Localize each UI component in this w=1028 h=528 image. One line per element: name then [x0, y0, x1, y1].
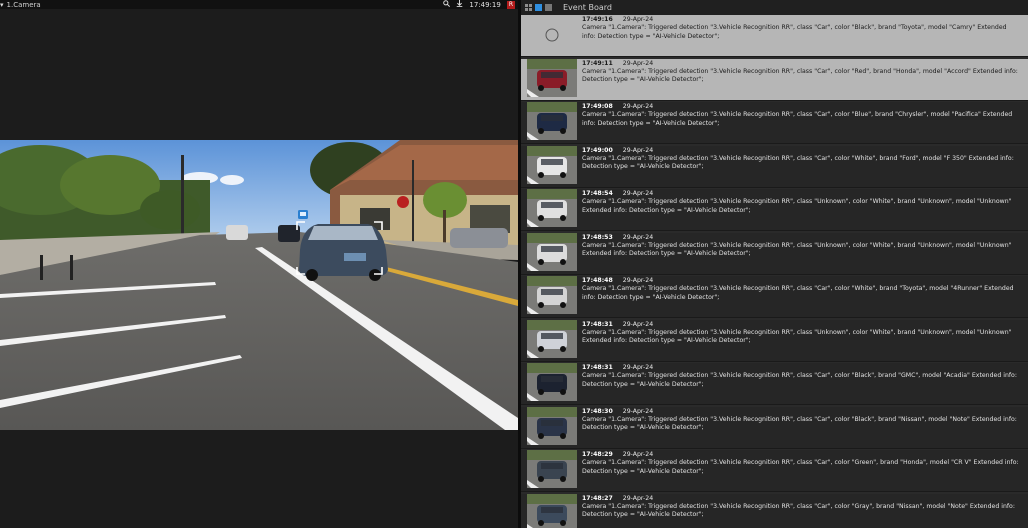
- event-time: 17:48:31: [582, 320, 613, 328]
- event-date: 29-Apr-24: [622, 16, 654, 23]
- event-item[interactable]: 17:48:27 29-Apr-24 Camera "1.Camera": Tri…: [521, 493, 1028, 528]
- event-thumbnail[interactable]: [527, 15, 577, 53]
- single-view-icon[interactable]: [545, 4, 552, 11]
- event-thumbnail[interactable]: [527, 276, 577, 314]
- event-item[interactable]: 17:48:29 29-Apr-24 Camera "1.Camera": Tri…: [521, 450, 1028, 492]
- event-item[interactable]: 17:48:30 29-Apr-24 Camera "1.Camera": Tri…: [521, 406, 1028, 449]
- event-item[interactable]: 17:48:31 29-Apr-24 Camera "1.Camera": Tri…: [521, 319, 1028, 362]
- event-thumbnail[interactable]: [527, 450, 577, 488]
- event-description: Camera "1.Camera": Triggered detection "…: [582, 111, 1013, 127]
- event-description: Camera "1.Camera": Triggered detection "…: [582, 372, 1017, 388]
- event-board-panel: Event Board 17:49:16 29-Apr-24 Camera "1.…: [521, 0, 1028, 528]
- event-description: Camera "1.Camera": Triggered detection "…: [582, 241, 1012, 258]
- download-icon[interactable]: [456, 0, 463, 9]
- event-time: 17:48:31: [582, 364, 613, 371]
- event-date: 29-Apr-24: [622, 146, 654, 154]
- event-thumbnail[interactable]: [527, 493, 577, 528]
- event-thumbnail[interactable]: [527, 58, 577, 97]
- search-icon[interactable]: [443, 0, 451, 9]
- camera-toolbar: 17:49:19 R: [443, 0, 518, 9]
- recording-badge[interactable]: R: [506, 0, 515, 9]
- event-time: 17:49:16: [582, 16, 613, 23]
- event-item[interactable]: 17:48:31 29-Apr-24 Camera "1.Camera": Tri…: [521, 363, 1028, 405]
- event-description: Camera "1.Camera": Triggered detection "…: [582, 154, 1014, 171]
- event-item[interactable]: 17:49:08 29-Apr-24 Camera "1.Camera": Tri…: [521, 102, 1028, 144]
- event-date: 29-Apr-24: [622, 277, 654, 284]
- event-date: 29-Apr-24: [622, 451, 654, 458]
- event-date: 29-Apr-24: [622, 59, 654, 67]
- event-thumbnail[interactable]: [527, 319, 577, 358]
- event-description: Camera "1.Camera": Triggered detection "…: [582, 459, 1019, 475]
- event-description: Camera "1.Camera": Triggered detection "…: [582, 285, 1014, 301]
- event-board-title: Event Board: [563, 3, 612, 12]
- event-time: 17:48:29: [582, 451, 613, 458]
- event-description: Camera "1.Camera": Triggered detection "…: [582, 502, 1015, 519]
- event-thumbnail[interactable]: [527, 102, 577, 140]
- event-item[interactable]: 17:49:11 29-Apr-24 Camera "1.Camera": Tri…: [521, 58, 1028, 101]
- loading-spinner-icon: [545, 28, 559, 42]
- event-thumbnail[interactable]: [527, 363, 577, 401]
- event-date: 29-Apr-24: [622, 364, 654, 371]
- event-list: 17:49:16 29-Apr-24 Camera "1.Camera": Tri…: [521, 15, 1028, 528]
- event-thumbnail[interactable]: [527, 145, 577, 184]
- event-date: 29-Apr-24: [622, 320, 654, 328]
- event-item[interactable]: 17:48:48 29-Apr-24 Camera "1.Camera": Tri…: [521, 276, 1028, 318]
- event-description: Camera "1.Camera": Triggered detection "…: [582, 198, 1012, 214]
- event-time: 17:49:00: [582, 146, 613, 154]
- event-date: 29-Apr-24: [622, 103, 654, 110]
- filter-icon[interactable]: ▾: [0, 1, 4, 9]
- event-date: 29-Apr-24: [622, 233, 654, 241]
- event-time: 17:48:27: [582, 494, 613, 502]
- event-time: 17:49:08: [582, 103, 613, 110]
- event-date: 29-Apr-24: [622, 190, 654, 197]
- event-board-header: Event Board: [521, 0, 1028, 15]
- event-item[interactable]: 17:49:00 29-Apr-24 Camera "1.Camera": Tri…: [521, 145, 1028, 188]
- camera-video-frame[interactable]: [0, 140, 518, 430]
- event-thumbnail[interactable]: [527, 406, 577, 445]
- event-item[interactable]: 17:48:53 29-Apr-24 Camera "1.Camera": Tri…: [521, 232, 1028, 275]
- list-view-icon[interactable]: [535, 4, 542, 11]
- event-description: Camera "1.Camera": Triggered detection "…: [582, 328, 1012, 345]
- event-time: 17:48:30: [582, 407, 613, 415]
- event-thumbnail[interactable]: [527, 189, 577, 227]
- event-thumbnail[interactable]: [527, 232, 577, 271]
- event-time: 17:48:54: [582, 190, 613, 197]
- event-date: 29-Apr-24: [622, 407, 654, 415]
- camera-time: 17:49:19: [469, 0, 501, 9]
- camera-title: 1.Camera: [6, 0, 41, 9]
- event-item[interactable]: 17:49:16 29-Apr-24 Camera "1.Camera": Tri…: [521, 15, 1028, 57]
- event-description: Camera "1.Camera": Triggered detection "…: [582, 67, 1018, 84]
- event-description: Camera "1.Camera": Triggered detection "…: [582, 415, 1017, 432]
- camera-pane: ▾ 1.Camera 17:49:19 R: [0, 0, 518, 528]
- grid-view-icon[interactable]: [525, 4, 532, 11]
- event-description: Camera "1.Camera": Triggered detection "…: [582, 24, 1007, 40]
- camera-titlebar: ▾ 1.Camera 17:49:19 R: [0, 0, 518, 9]
- event-item[interactable]: 17:48:54 29-Apr-24 Camera "1.Camera": Tri…: [521, 189, 1028, 231]
- event-time: 17:49:11: [582, 59, 613, 67]
- event-time: 17:48:53: [582, 233, 613, 241]
- event-date: 29-Apr-24: [622, 494, 654, 502]
- event-time: 17:48:48: [582, 277, 613, 284]
